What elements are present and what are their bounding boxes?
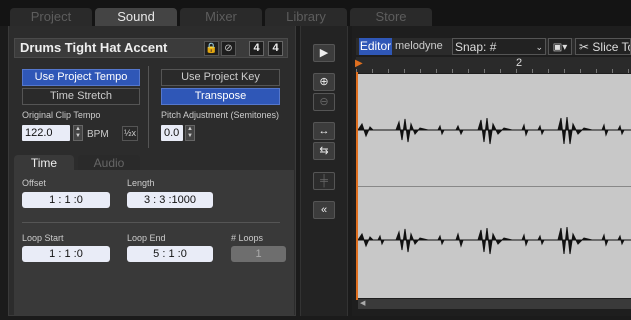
- column-divider: [148, 66, 149, 148]
- slice-to-label: Slice To: [592, 40, 631, 54]
- use-project-tempo-button[interactable]: Use Project Tempo: [22, 69, 140, 86]
- collapse-horizontal-icon[interactable]: ⇆: [313, 142, 335, 160]
- tab-time[interactable]: Time: [14, 155, 74, 171]
- offset-field[interactable]: 1 : 1 :0: [22, 192, 110, 208]
- transpose-button[interactable]: Transpose: [161, 88, 280, 105]
- time-sig-numerator[interactable]: 4: [249, 41, 264, 56]
- slice-to-button[interactable]: ✂ Slice To: [575, 38, 631, 55]
- tab-library[interactable]: Library: [265, 8, 347, 26]
- editor-button[interactable]: Editor: [359, 38, 392, 55]
- clip-title: Drums Tight Hat Accent: [20, 40, 168, 55]
- play-icon[interactable]: ▶: [313, 44, 335, 62]
- snap-mode-icon[interactable]: ▣▾: [548, 38, 572, 55]
- half-tempo-button[interactable]: ½x: [122, 126, 138, 141]
- ruler-ticks: [356, 69, 631, 73]
- waveform-channel-right: [358, 226, 631, 255]
- waveform-channel-left: [358, 116, 631, 145]
- melodyne-button[interactable]: melodyne: [395, 38, 443, 55]
- loop-start-label: Loop Start: [22, 233, 64, 243]
- loops-label: # Loops: [231, 233, 264, 243]
- offset-label: Offset: [22, 178, 46, 188]
- use-project-key-button[interactable]: Use Project Key: [161, 69, 280, 86]
- chevron-down-icon: ⌄: [535, 42, 543, 52]
- pitch-adjustment-label: Pitch Adjustment (Semitones): [161, 110, 280, 120]
- disable-icon[interactable]: ⊘: [221, 41, 236, 56]
- zoom-out-icon[interactable]: ⊖: [313, 93, 335, 111]
- timeline-ruler: 2: [356, 57, 631, 73]
- tab-mixer[interactable]: Mixer: [180, 8, 262, 26]
- lock-icon[interactable]: 🔒: [204, 41, 219, 56]
- collapse-panel-icon[interactable]: «: [313, 201, 335, 219]
- loop-start-marker-icon[interactable]: ▶: [355, 58, 363, 69]
- snap-label: Snap:: [455, 40, 487, 54]
- length-field[interactable]: 3 : 3 :1000: [127, 192, 213, 208]
- length-label: Length: [127, 178, 155, 188]
- time-stretch-button[interactable]: Time Stretch: [22, 88, 140, 105]
- tab-project[interactable]: Project: [10, 8, 92, 26]
- scissors-icon: ✂: [579, 40, 590, 54]
- original-clip-tempo-label: Original Clip Tempo: [22, 110, 101, 120]
- waveform-svg: [358, 116, 631, 255]
- expand-horizontal-icon[interactable]: ↔: [313, 122, 335, 140]
- grid-icon: #: [489, 40, 497, 54]
- loop-end-field[interactable]: 5 : 1 :0: [127, 246, 213, 262]
- tab-audio[interactable]: Audio: [78, 155, 140, 171]
- pitch-stepper[interactable]: ▲ ▼: [185, 125, 195, 141]
- loops-field[interactable]: 1: [231, 246, 286, 262]
- horizontal-scrollbar[interactable]: ◀: [358, 299, 631, 309]
- section-divider: [22, 222, 280, 223]
- loop-start-field[interactable]: 1 : 1 :0: [22, 246, 110, 262]
- tool-column: [300, 26, 348, 316]
- bpm-input[interactable]: 122.0: [22, 125, 70, 141]
- bpm-unit: BPM: [87, 129, 109, 140]
- tab-store[interactable]: Store: [350, 8, 432, 26]
- bpm-stepper[interactable]: ▲ ▼: [73, 125, 83, 141]
- loop-end-label: Loop End: [127, 233, 166, 243]
- scroll-left-icon[interactable]: ◀: [360, 299, 365, 307]
- ruler-bar-number: 2: [516, 57, 523, 69]
- pitch-input[interactable]: 0.0: [161, 125, 183, 141]
- tab-sound[interactable]: Sound: [95, 8, 177, 26]
- time-sig-denominator[interactable]: 4: [268, 41, 283, 56]
- snap-select[interactable]: Snap: # ⌄: [452, 38, 546, 55]
- split-icon[interactable]: ╪: [313, 172, 335, 190]
- zoom-in-icon[interactable]: ⊕: [313, 73, 335, 91]
